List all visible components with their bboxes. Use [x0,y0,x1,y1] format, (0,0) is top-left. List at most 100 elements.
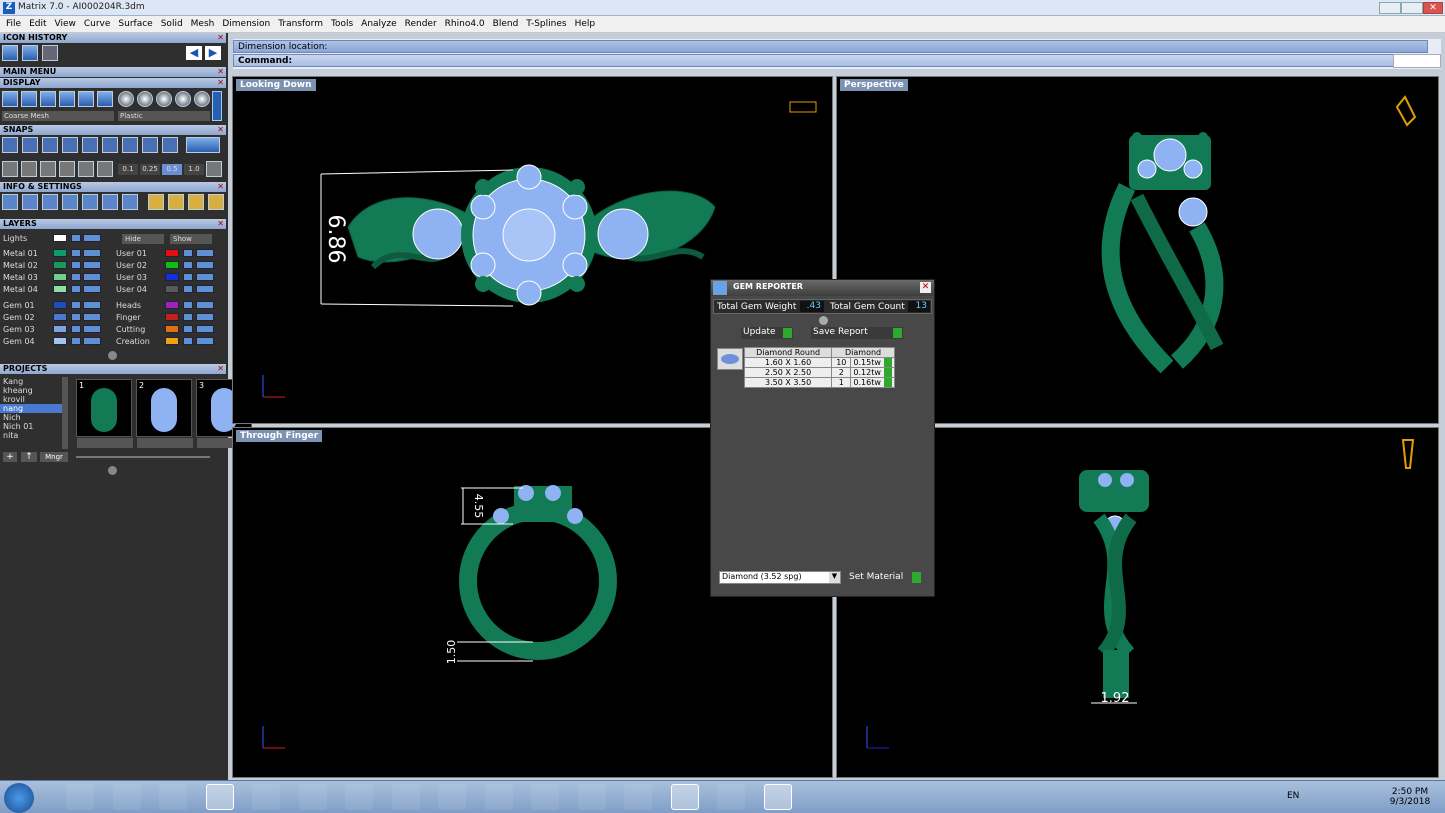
display-mode-icon-3[interactable] [40,91,56,107]
display-mode-icon-1[interactable] [2,91,18,107]
lock-icon[interactable] [183,337,193,345]
layer-color-swatch[interactable] [53,249,67,257]
folder-icon[interactable] [112,784,141,810]
project-item[interactable]: nang [0,404,62,413]
hide-button[interactable]: Hide [122,234,164,244]
expand-icon[interactable] [819,316,828,325]
manager-button[interactable]: Mngr [40,452,68,462]
menu-item-file[interactable]: File [2,17,25,31]
project-item[interactable]: Nich [0,413,62,422]
checklist-icon[interactable] [763,784,792,810]
close-icon[interactable]: ✕ [217,219,224,229]
arrow-right-icon[interactable]: ▶ [205,46,221,60]
play-icon[interactable] [883,368,892,377]
shading-sphere-icon-1[interactable] [118,91,134,107]
lock-icon[interactable] [71,249,81,257]
save-report-button[interactable]: Save Report [811,327,903,339]
visibility-icon[interactable] [196,337,214,345]
visibility-icon[interactable] [83,249,101,257]
lock-icon[interactable] [183,285,193,293]
start-button[interactable] [4,783,34,813]
project-item[interactable]: Kang [0,377,62,386]
tool-icon[interactable] [531,784,559,810]
visibility-icon[interactable] [196,285,214,293]
menu-item-help[interactable]: Help [571,17,600,31]
material-select[interactable]: Plastic [118,111,210,121]
layer-color-swatch[interactable] [53,285,67,293]
add-project-button[interactable]: + [3,452,17,462]
layer-color-swatch[interactable] [53,337,67,345]
info-icon-2[interactable] [22,194,38,210]
snap-tool-icon-5[interactable] [78,161,94,177]
thumbnail-controls[interactable] [137,438,193,448]
person-icon[interactable] [577,784,606,810]
layer-color-swatch[interactable] [53,261,67,269]
snap-value-3[interactable]: 0.5 [162,164,182,175]
visibility-icon[interactable] [196,273,214,281]
project-item[interactable]: nita [0,431,62,440]
info-icon-3[interactable] [42,194,58,210]
shading-sphere-icon-4[interactable] [175,91,191,107]
snap-value-4[interactable]: 1.0 [184,164,204,175]
expand-icon[interactable] [108,351,117,360]
close-icon[interactable]: ✕ [920,282,931,293]
display-mode-icon-5[interactable] [78,91,94,107]
info-icon-7[interactable] [122,194,138,210]
info-icon-1[interactable] [2,194,18,210]
play-icon[interactable] [883,358,892,367]
project-list-scrollbar[interactable] [62,377,68,449]
visibility-icon[interactable] [83,325,101,333]
menu-item-analyze[interactable]: Analyze [357,17,400,31]
expand-icon[interactable] [108,466,117,475]
mesh-select[interactable]: Coarse Mesh [2,111,114,121]
display-mode-icon-2[interactable] [21,91,37,107]
lock-icon[interactable] [71,285,81,293]
close-icon[interactable]: ✕ [217,125,224,135]
visibility-icon[interactable] [83,313,101,321]
matrix-icon[interactable] [670,784,699,810]
project-slider[interactable] [76,456,210,458]
display-toggle[interactable] [212,91,222,121]
set-material-button[interactable]: Set Material [849,572,921,584]
calculator-icon[interactable] [252,784,280,810]
snap-icon-6[interactable] [102,137,118,153]
menu-item-rhino4-0[interactable]: Rhino4.0 [441,17,489,31]
lock-icon[interactable] [71,337,81,345]
project-thumbnail[interactable]: 1 [76,379,133,448]
info-icon-9[interactable] [168,194,184,210]
history-icon-3[interactable] [42,45,58,61]
display-mode-icon-4[interactable] [59,91,75,107]
shading-sphere-icon-3[interactable] [156,91,172,107]
firefox-icon[interactable] [345,784,373,810]
layer-color-swatch[interactable] [165,273,179,281]
layer-color-swatch[interactable] [53,301,67,309]
snap-icon-8[interactable] [142,137,158,153]
snap-tool-icon-4[interactable] [59,161,75,177]
clock[interactable]: 2:50 PM 9/3/2018 [1385,787,1435,807]
history-icon-2[interactable] [22,45,38,61]
lock-icon[interactable] [71,273,81,281]
snap-toggle-icon[interactable] [186,137,220,153]
project-item[interactable]: krovil [0,395,62,404]
command-line[interactable]: Command: [233,54,1428,67]
menu-item-tools[interactable]: Tools [327,17,357,31]
shading-sphere-icon-5[interactable] [194,91,210,107]
chrome-icon[interactable] [438,784,466,810]
premiere-icon[interactable] [66,784,94,810]
visibility-icon[interactable] [83,301,101,309]
layer-color-swatch[interactable] [53,273,67,281]
visibility-icon[interactable] [196,249,214,257]
info-icon-8[interactable] [148,194,164,210]
close-icon[interactable]: ✕ [217,364,224,374]
close-icon[interactable]: ✕ [217,67,224,77]
lock-icon[interactable] [71,261,81,269]
snap-icon-4[interactable] [62,137,78,153]
menu-item-view[interactable]: View [51,17,80,31]
close-icon[interactable]: ✕ [217,33,224,43]
menu-item-edit[interactable]: Edit [25,17,50,31]
maximize-button[interactable] [1401,2,1423,14]
info-icon-11[interactable] [208,194,224,210]
layer-color-swatch[interactable] [165,337,179,345]
close-icon[interactable]: ✕ [217,78,224,88]
menu-item-solid[interactable]: Solid [157,17,187,31]
